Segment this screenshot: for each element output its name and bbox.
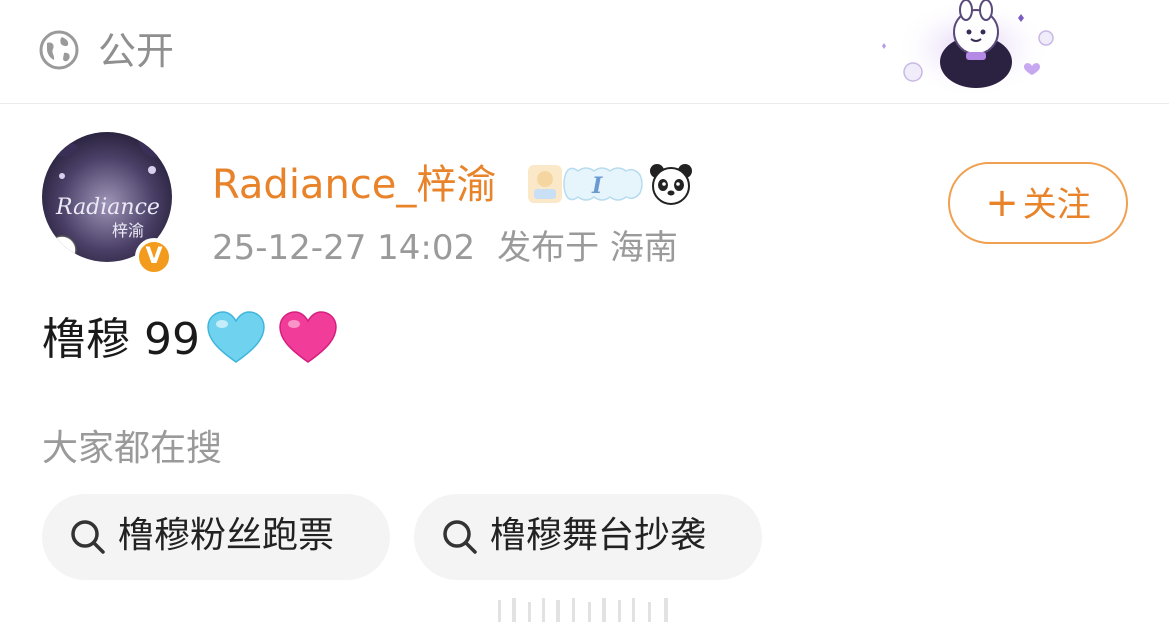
trending-search-label: 橹穆粉丝跑票	[118, 515, 335, 556]
plus-icon: +	[985, 180, 1019, 226]
panda-icon	[650, 164, 692, 205]
visibility-label: 公开	[98, 29, 175, 73]
svg-text:梓渝: 梓渝	[112, 221, 144, 240]
trending-search-chip[interactable]: 橹穆舞台抄袭	[414, 494, 762, 580]
visibility-bar: 公开	[0, 0, 1169, 104]
bunny-sticker-icon	[882, 0, 1054, 98]
verified-badge: V	[135, 238, 173, 276]
globe-icon	[39, 30, 79, 70]
post-location: 发布于 海南	[497, 228, 678, 268]
trending-search-label: 橹穆舞台抄袭	[490, 515, 707, 556]
post-timestamp: 25-12-27 14:02	[212, 228, 476, 268]
follow-button-label: 关注	[1022, 185, 1091, 225]
medal-badge-icon: I	[528, 165, 643, 203]
search-icon	[443, 520, 477, 554]
trending-section-label: 大家都在搜	[42, 428, 223, 469]
author-name[interactable]: Radiance_梓渝	[212, 160, 496, 210]
author-avatar[interactable]: Radiance 梓渝 V	[42, 132, 182, 276]
search-icon	[71, 520, 105, 554]
svg-text:Radiance: Radiance	[55, 195, 160, 220]
watermark-bars	[498, 598, 668, 622]
trending-search-chip[interactable]: 橹穆粉丝跑票	[42, 494, 390, 580]
post-meta: 25-12-27 14:02 发布于 海南	[212, 225, 678, 271]
svg-text:I: I	[591, 173, 603, 199]
pink-heart-icon	[279, 311, 337, 363]
follow-button[interactable]: + 关注	[948, 162, 1128, 244]
light-blue-heart-icon	[207, 311, 265, 363]
post-text: 橹穆 99	[42, 314, 200, 365]
